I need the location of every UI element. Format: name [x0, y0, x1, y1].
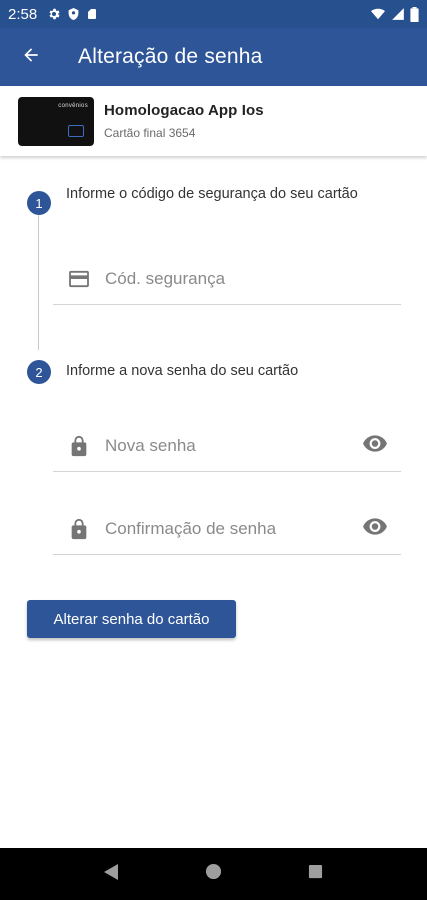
status-left-icons: [47, 7, 98, 21]
arrow-back-icon: [21, 45, 41, 70]
confirm-password-field[interactable]: [53, 503, 401, 555]
confirm-password-input[interactable]: [105, 508, 355, 549]
eye-icon: [362, 434, 388, 457]
shield-icon: [67, 7, 80, 21]
lock-icon: [53, 435, 105, 457]
triangle-back-icon: [103, 863, 119, 886]
back-button[interactable]: [0, 28, 62, 86]
card-chip-icon: [68, 124, 84, 137]
status-right-icons: [370, 6, 419, 22]
new-password-field[interactable]: [53, 420, 401, 472]
status-time: 2:58: [8, 5, 38, 23]
lock-icon: [53, 518, 105, 540]
signal-icon: [391, 7, 405, 21]
toggle-visibility-button[interactable]: [355, 509, 395, 549]
sd-card-icon: [86, 7, 98, 21]
system-nav-bar: [0, 848, 427, 900]
card-brand-logo: convênios: [58, 102, 88, 109]
toggle-visibility-button[interactable]: [355, 426, 395, 466]
change-password-button[interactable]: Alterar senha do cartão: [27, 600, 236, 638]
screen: 2:58 Alteração de senha convênios Homolo…: [0, 0, 427, 900]
page-title: Alteração de senha: [78, 45, 263, 68]
card-info: Homologacao App Ios Cartão final 3654: [104, 102, 264, 140]
nav-home-button[interactable]: [193, 854, 233, 894]
step-2-badge: 2: [27, 360, 51, 384]
circle-home-icon: [205, 863, 222, 885]
nav-back-button[interactable]: [91, 854, 131, 894]
eye-icon: [362, 517, 388, 540]
status-bar: 2:58: [0, 0, 427, 28]
wifi-icon: [370, 7, 386, 21]
battery-icon: [410, 6, 419, 22]
card-subtitle: Cartão final 3654: [104, 126, 196, 140]
card-thumbnail: convênios: [18, 96, 94, 146]
step-2-instruction: Informe a nova senha do seu cartão: [66, 363, 299, 379]
step-1-instruction: Informe o código de segurança do seu car…: [66, 186, 358, 202]
settings-gear-icon: [47, 7, 61, 21]
security-code-input[interactable]: [105, 258, 401, 299]
nav-recents-button[interactable]: [296, 854, 336, 894]
credit-card-icon: [53, 270, 105, 288]
new-password-input[interactable]: [105, 425, 355, 466]
step-connector-line: [38, 215, 39, 350]
square-recents-icon: [308, 864, 323, 884]
step-1-badge: 1: [27, 191, 51, 215]
security-code-field[interactable]: [53, 253, 401, 305]
card-name: Homologacao App Ios: [104, 102, 264, 119]
app-bar: Alteração de senha: [0, 28, 427, 86]
card-header: convênios Homologacao App Ios Cartão fin…: [0, 86, 427, 156]
